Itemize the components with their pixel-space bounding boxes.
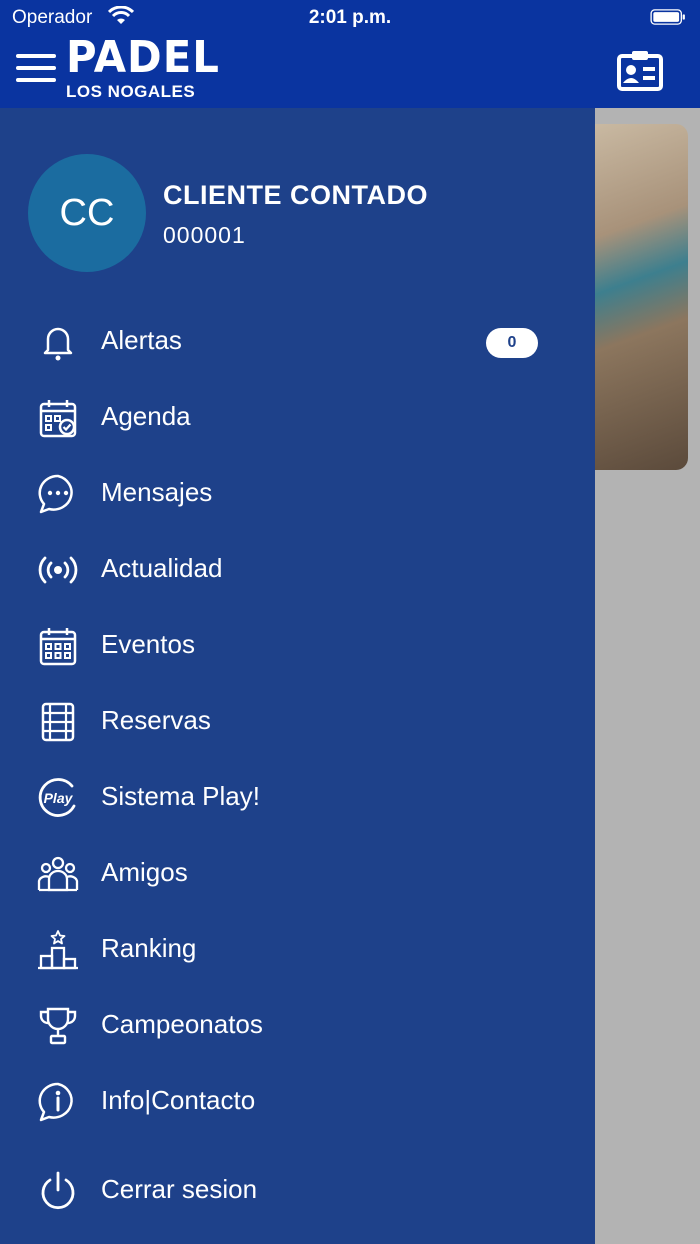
broadcast-icon: [38, 556, 78, 584]
menu-item-actualidad[interactable]: Actualidad: [0, 538, 595, 598]
menu-item-label: Campeonatos: [101, 1009, 263, 1039]
podium-icon: [38, 930, 78, 970]
logo-main-text: PADEL: [66, 32, 220, 83]
user-id: 000001: [163, 222, 246, 248]
menu-item-label: Info|Contacto: [101, 1085, 256, 1115]
menu-item-agenda[interactable]: Agenda: [0, 386, 595, 446]
avatar[interactable]: CC: [28, 154, 146, 272]
play-badge-icon: Play: [38, 778, 76, 817]
hamburger-line: [16, 66, 56, 70]
chat-bubble-icon: [38, 474, 73, 514]
power-icon: [41, 1171, 75, 1210]
menu-item-label: Mensajes: [101, 477, 213, 507]
hamburger-line: [16, 54, 56, 58]
menu-item-mensajes[interactable]: Mensajes: [0, 462, 595, 522]
hamburger-line: [16, 78, 56, 82]
menu-item-ranking[interactable]: Ranking: [0, 918, 595, 978]
status-time: 2:01 p.m.: [308, 7, 392, 28]
background-photo: [594, 124, 688, 470]
battery-icon: [650, 9, 685, 25]
menu-toggle-button[interactable]: [16, 52, 56, 84]
menu-item-label: Actualidad: [101, 553, 223, 583]
app-header: Operador 2:01 p.m. PADEL LOS NOGALES: [0, 0, 700, 108]
menu-item-sistema-play[interactable]: Play Sistema Play!: [0, 766, 595, 826]
side-drawer: CC CLIENTE CONTADO 000001 Alertas 0 Agen…: [0, 108, 595, 1244]
status-bar: Operador 2:01 p.m.: [0, 0, 700, 36]
menu-item-campeonatos[interactable]: Campeonatos: [0, 994, 595, 1054]
bell-icon: [43, 327, 73, 361]
menu-item-info-contacto[interactable]: Info|Contacto: [0, 1070, 595, 1130]
menu-item-label: Eventos: [101, 629, 195, 659]
svg-text:Play: Play: [44, 790, 74, 806]
menu-item-alertas[interactable]: Alertas 0: [0, 310, 595, 370]
friends-icon: [37, 856, 79, 892]
user-name: CLIENTE CONTADO: [163, 180, 428, 210]
trophy-icon: [39, 1007, 77, 1045]
menu-item-eventos[interactable]: Eventos: [0, 614, 595, 674]
menu-item-label: Ranking: [101, 933, 197, 963]
menu-item-label: Sistema Play!: [101, 781, 260, 811]
info-bubble-icon: [38, 1082, 73, 1122]
calendar-check-icon: [39, 400, 77, 438]
calendar-grid-icon: [39, 628, 77, 666]
menu-item-label: Amigos: [101, 857, 188, 887]
court-icon: [41, 702, 75, 742]
logo-sub-text: LOS NOGALES: [66, 82, 196, 101]
menu-item-amigos[interactable]: Amigos: [0, 842, 595, 902]
menu-item-reservas[interactable]: Reservas: [0, 690, 595, 750]
menu-item-label: Alertas: [101, 325, 182, 355]
menu-item-label: Reservas: [101, 705, 211, 735]
id-card-icon[interactable]: [616, 48, 664, 92]
app-logo: PADEL LOS NOGALES: [66, 36, 228, 102]
menu-item-label: Cerrar sesion: [101, 1174, 258, 1204]
menu-item-label: Agenda: [101, 401, 191, 431]
menu-item-cerrar-sesion[interactable]: Cerrar sesion: [0, 1159, 595, 1219]
alert-count-badge: 0: [486, 328, 538, 358]
